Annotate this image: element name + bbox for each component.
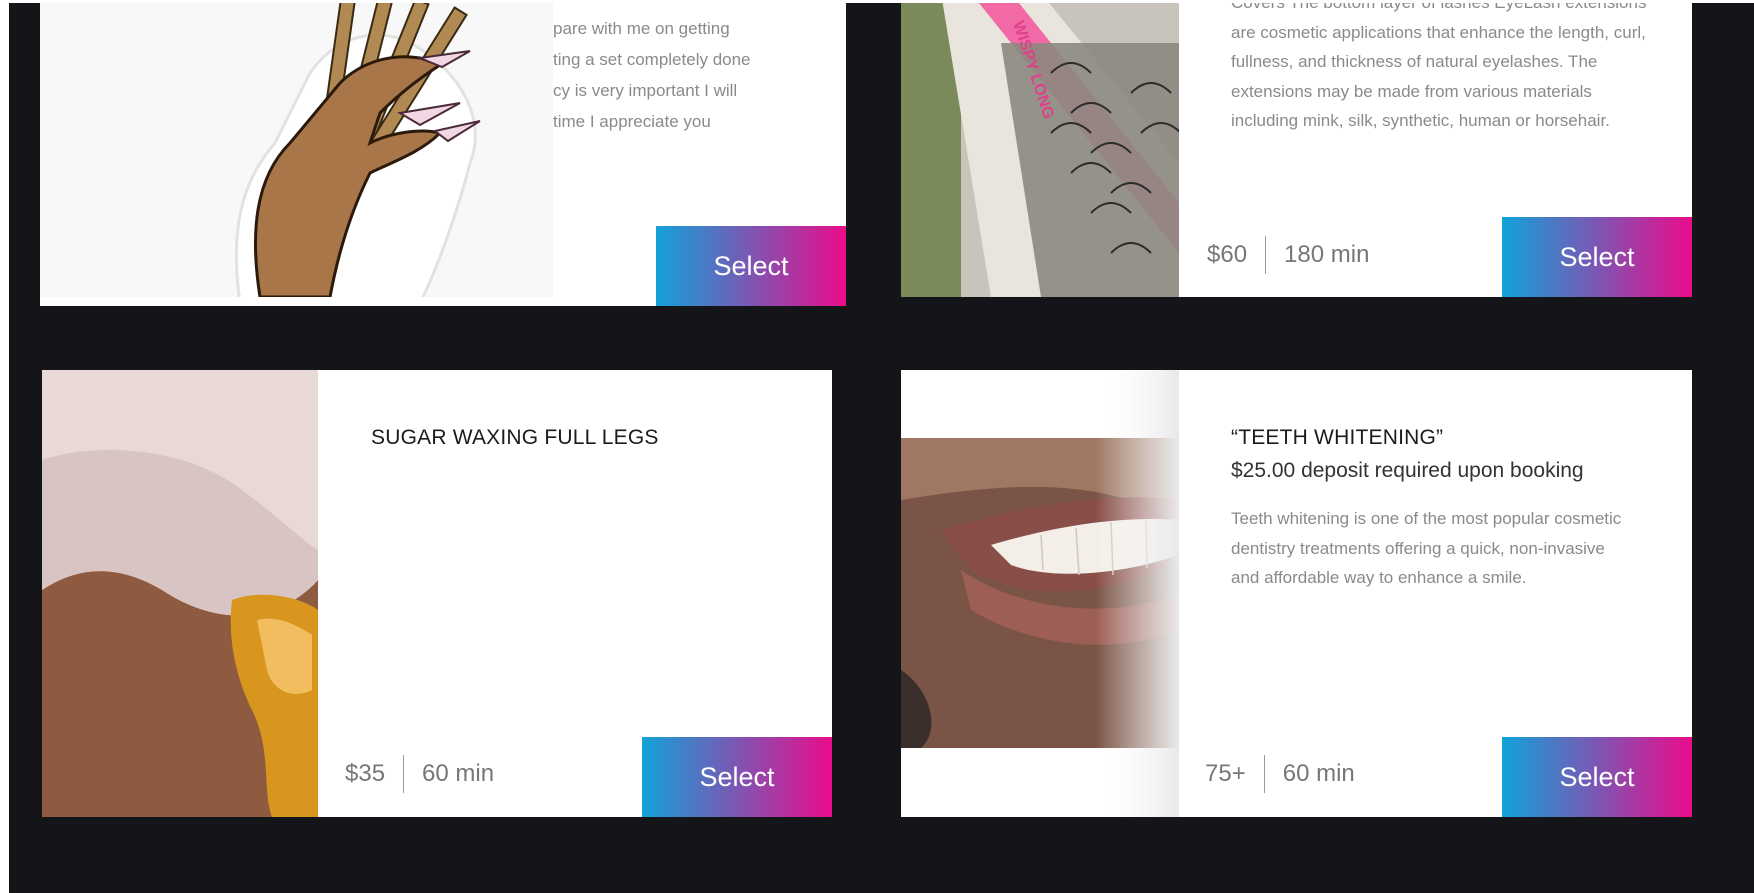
service-title: SUGAR WAXING FULL LEGS (371, 426, 659, 449)
service-deposit-note: $25.00 deposit required upon booking (1231, 459, 1584, 482)
service-card-nails: pare with me on getting ting a set compl… (40, 3, 846, 306)
sugar-wax-icon (42, 370, 318, 817)
service-duration: 60 min (422, 760, 495, 787)
service-card-lashes: WISPY LONG Covers The bottom layer of la… (901, 3, 1692, 297)
service-price: $35 (345, 760, 386, 787)
service-image-teeth-whitening (901, 370, 1179, 817)
meta-divider (403, 755, 405, 793)
meta-divider (1265, 236, 1267, 274)
select-button[interactable]: Select (1502, 217, 1692, 297)
service-meta: $60 180 min (1207, 236, 1369, 274)
service-image-lashes: WISPY LONG (901, 3, 1179, 297)
service-duration: 180 min (1284, 241, 1370, 268)
service-meta: 75+ 60 min (1205, 755, 1355, 793)
select-button[interactable]: Select (1502, 737, 1692, 817)
smile-icon (901, 370, 1179, 817)
lash-pack-icon: WISPY LONG (901, 3, 1179, 297)
select-button[interactable]: Select (656, 226, 846, 306)
service-card-sugar-waxing: SUGAR WAXING FULL LEGS $35 60 min Select (42, 370, 832, 817)
select-button[interactable]: Select (642, 737, 832, 817)
service-duration: 60 min (1282, 760, 1355, 787)
service-description: pare with me on getting ting a set compl… (553, 19, 751, 131)
meta-divider (1263, 755, 1265, 793)
service-card-teeth-whitening: “TEETH WHITENING” $25.00 deposit require… (901, 370, 1692, 817)
service-image-nails (40, 3, 553, 297)
service-price: $60 (1207, 241, 1248, 268)
nail-art-hand-icon (40, 3, 553, 297)
service-image-sugar-waxing (42, 370, 318, 817)
service-meta: $35 60 min (345, 755, 494, 793)
service-price: 75+ (1205, 760, 1246, 787)
service-description: Teeth whitening is one of the most popul… (1231, 509, 1622, 587)
service-title: “TEETH WHITENING” (1231, 426, 1444, 449)
service-description: Covers The bottom layer of lashes EyeLas… (1231, 3, 1646, 130)
